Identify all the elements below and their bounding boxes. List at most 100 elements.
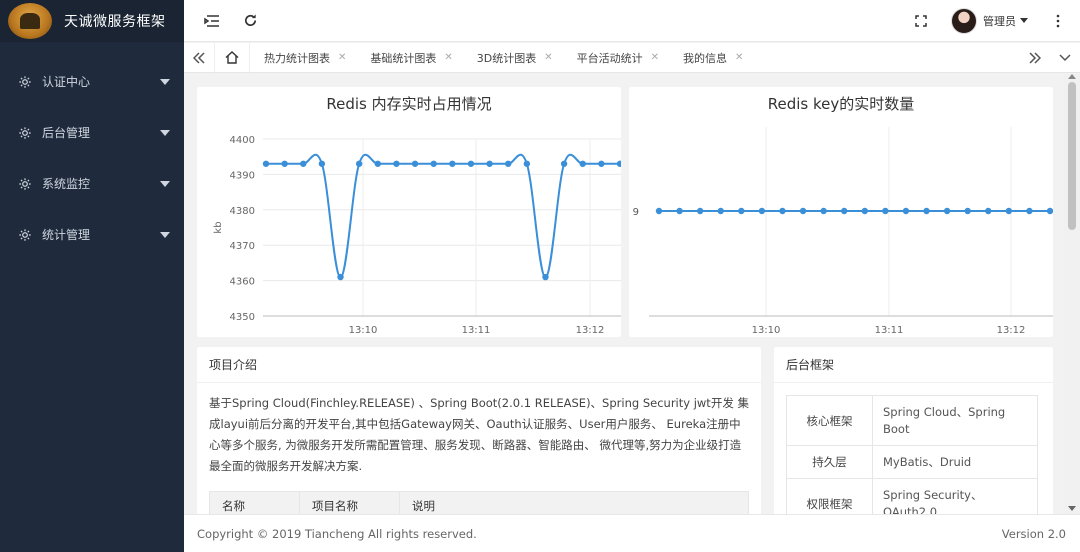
top-header: 管理员 [184,0,1080,42]
data-point [486,160,493,167]
y-axis-label: kb [213,221,224,233]
footer: Copyright © 2019 Tiancheng All rights re… [184,514,1080,552]
y-tick-label: 9 [633,207,639,218]
content-scrollbar[interactable] [1064,74,1080,514]
refresh-button[interactable] [240,11,260,31]
data-point [799,207,807,215]
table-cell-key: 核心框架 [786,395,873,446]
data-point [281,160,288,167]
data-point [758,207,766,215]
table-cell-value: MyBatis、Druid [872,445,1038,479]
y-tick-label: 4400 [230,135,255,146]
tab-heatmap-charts[interactable]: 热力统计图表 ✕ [250,43,356,73]
y-tick-label: 4380 [230,206,255,217]
close-icon[interactable]: ✕ [735,52,743,63]
x-tick-label: 13:10 [349,325,378,336]
data-point [985,207,992,215]
framework-card: 后台框架 核心框架 Spring Cloud、Spring Boot 持久层 M… [774,347,1053,514]
gear-icon [19,126,31,139]
close-icon[interactable]: ✕ [544,52,552,63]
project-table: 名称 项目名称 说明 [209,491,749,514]
data-point [579,160,586,167]
tab-platform-activity[interactable]: 平台活动统计 ✕ [563,43,669,73]
sidebar-item-system-monitor[interactable]: 系统监控 [0,158,184,209]
caret-down-icon [160,78,170,85]
scroll-up-arrow-icon[interactable] [1068,74,1076,79]
data-point [655,207,663,215]
double-chevron-right-icon [1029,51,1041,64]
chevron-down-icon [1059,53,1071,61]
tab-menu-button[interactable] [1050,43,1080,73]
fullscreen-button[interactable] [911,11,931,31]
redis-memory-chart-card: Redis 内存实时占用情况 4400 4390 4380 4370 4360 4350 1… [197,87,624,337]
scroll-thumb[interactable] [1068,82,1076,230]
tab-home[interactable] [214,42,250,73]
data-point [411,160,419,167]
double-chevron-left-icon [193,51,205,64]
redis-keys-chart: 13:10 13:11 13:12 9 [633,127,1054,336]
sidebar-item-label: 统计管理 [42,228,91,242]
project-description: 基于Spring Cloud(Finchley.RELEASE) 、Spring… [209,396,749,473]
tab-label: 平台活动统计 [576,51,643,65]
data-point [696,207,704,215]
data-point [779,207,786,215]
sidebar-item-label: 后台管理 [42,126,91,140]
x-tick-label: 13:12 [576,325,605,336]
tab-basic-charts[interactable]: 基础统计图表 ✕ [356,43,462,73]
version-text: Version 2.0 [1001,526,1066,541]
chart-title: Redis key的实时数量 [767,95,915,113]
tab-label: 我的信息 [683,51,728,65]
tab-label: 3D统计图表 [476,51,537,65]
sidebar-item-backend-management[interactable]: 后台管理 [0,107,184,158]
y-tick-label: 4360 [230,277,255,288]
series-line [266,153,620,279]
sidebar-menu: 认证中心 后台管理 系统监控 统计管理 [0,56,184,260]
more-options-button[interactable] [1048,11,1068,31]
scroll-down-arrow-icon[interactable] [1068,506,1076,511]
data-point [882,207,889,215]
tab-bar: 热力统计图表 ✕ 基础统计图表 ✕ 3D统计图表 ✕ 平台活动统计 ✕ 我的信息… [184,42,1080,73]
close-icon[interactable]: ✕ [338,52,346,63]
data-point [1005,207,1013,215]
tab-3d-charts[interactable]: 3D统计图表 ✕ [463,43,563,73]
caret-down-icon [1020,18,1028,23]
logo-bar: 天诚微服务框架 [0,0,184,42]
x-tick-label: 13:11 [462,325,491,336]
close-icon[interactable]: ✕ [444,52,452,63]
gear-icon [19,228,31,241]
project-intro-card: 项目介绍 基于Spring Cloud(Finchley.RELEASE) 、S… [197,347,761,514]
caret-down-icon [160,231,170,238]
table-cell-value: Spring Cloud、Spring Boot [872,395,1038,446]
sidebar-item-statistics[interactable]: 统计管理 [0,209,184,260]
user-menu[interactable]: 管理员 [951,7,1028,34]
data-point [374,160,381,167]
tab-scroll-left-button[interactable] [184,43,214,73]
data-point [318,160,326,167]
tab-label: 热力统计图表 [264,51,330,65]
data-point [1046,207,1054,215]
table-row: 持久层 MyBatis、Druid [786,445,1038,479]
table-cell-value: Spring Security、OAuth2.0 [872,478,1038,514]
sidebar-toggle-button[interactable] [202,11,222,31]
y-tick-label: 4370 [230,241,255,252]
table-row: 核心框架 Spring Cloud、Spring Boot [786,395,1038,446]
table-row: 权限框架 Spring Security、OAuth2.0 [786,478,1038,514]
home-icon [225,51,239,64]
table-cell-key: 持久层 [786,445,873,479]
table-header-project-name: 项目名称 [299,491,400,514]
close-icon[interactable]: ✕ [651,52,659,63]
tab-scroll-right-button[interactable] [1020,43,1050,73]
data-point [902,207,910,215]
data-point [262,160,270,167]
sidebar-item-auth-center[interactable]: 认证中心 [0,56,184,107]
table-header-description: 说明 [399,491,749,514]
data-point [923,207,930,215]
tab-my-info[interactable]: 我的信息 ✕ [669,43,753,73]
redis-keys-chart-card: Redis key的实时数量 13:10 13:11 13:12 9 [629,87,1054,337]
copyright-text: Copyright © 2019 Tiancheng All rights re… [197,526,477,541]
user-name: 管理员 [983,14,1016,28]
data-point [337,273,344,281]
refresh-icon [244,14,256,26]
data-point [738,207,745,215]
gear-icon [19,75,31,88]
